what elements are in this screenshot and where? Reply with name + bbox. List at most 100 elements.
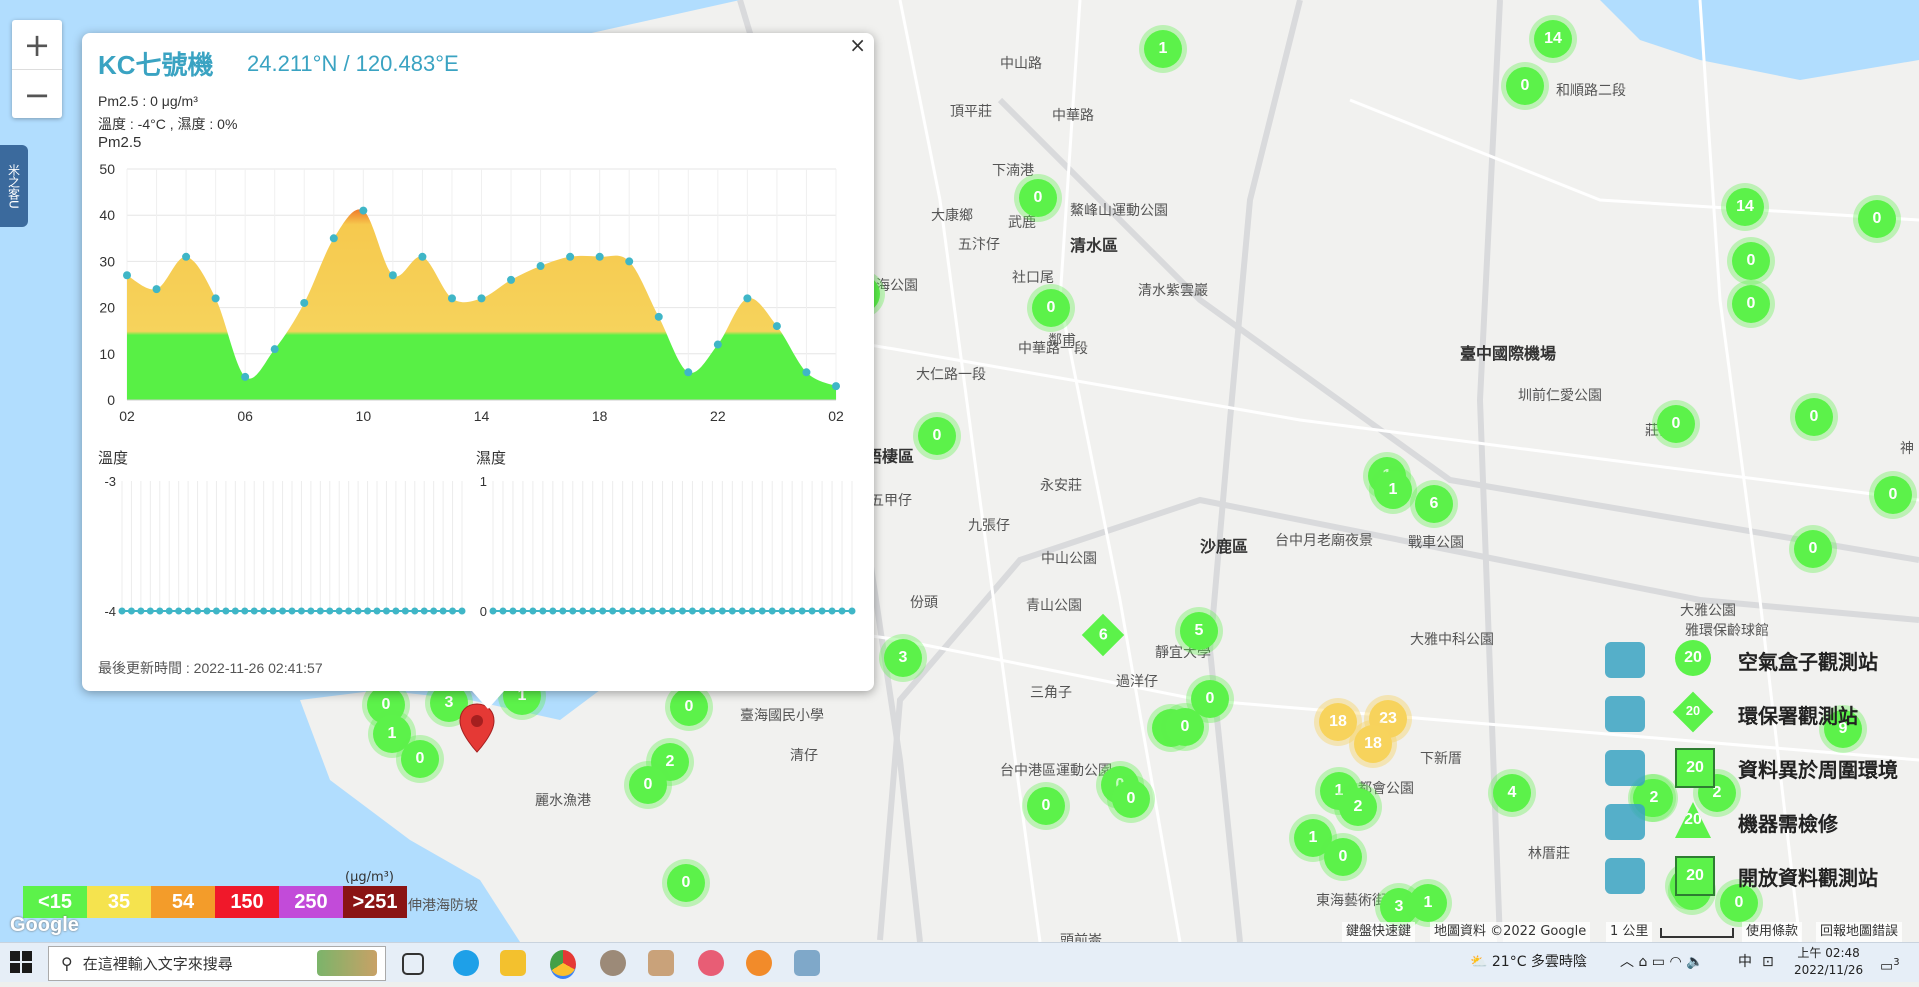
station-marker[interactable]: 0 — [667, 864, 705, 902]
station-marker[interactable]: 2 — [1339, 788, 1377, 826]
map-data-attribution: 地圖資料 ©2022 Google — [1430, 922, 1591, 942]
humidity-data-point — [569, 607, 577, 615]
station-marker[interactable]: 0 — [1858, 200, 1896, 238]
keyboard-layout-icon[interactable]: ⊡ — [1762, 943, 1774, 982]
station-marker[interactable]: 0 — [1732, 285, 1770, 323]
notifications-button[interactable]: ▭3 — [1880, 943, 1900, 987]
station-marker[interactable]: 0 — [1657, 405, 1695, 443]
system-tray-icons[interactable]: ︿ ⌂ ▭ ◠ 🔈 — [1620, 943, 1704, 982]
station-marker[interactable]: 0 — [918, 417, 956, 455]
app-compass-icon[interactable] — [600, 950, 626, 976]
humidity-data-point — [529, 607, 537, 615]
google-logo: Google — [10, 914, 79, 936]
station-marker[interactable]: 0 — [1794, 530, 1832, 568]
side-panel-tab[interactable]: 米之客U — [0, 145, 28, 227]
map-scale-label[interactable]: 1 公里 — [1606, 922, 1653, 942]
humidity-data-point — [838, 607, 846, 615]
station-marker[interactable]: 3 — [884, 639, 922, 677]
pm25-data-point — [388, 271, 397, 280]
temperature-data-point — [165, 607, 173, 615]
station-legend-item: 20 空氣盒子觀測站 — [1605, 636, 1915, 686]
blender-icon[interactable] — [746, 950, 772, 976]
station-marker[interactable]: 6 — [1415, 485, 1453, 523]
zoom-in-button[interactable]: + — [12, 20, 62, 70]
station-marker[interactable]: 0 — [401, 740, 439, 778]
station-marker[interactable]: 0 — [1732, 242, 1770, 280]
aqi-scale-item: 150 — [215, 886, 279, 918]
station-marker[interactable]: 0 — [1324, 838, 1362, 876]
app-bird-icon[interactable] — [648, 950, 674, 976]
chrome-browser-icon[interactable] — [550, 950, 576, 979]
station-marker[interactable]: 0 — [1166, 708, 1204, 746]
station-legend-badge: 20 — [1675, 802, 1711, 838]
snipping-tool-icon[interactable] — [698, 950, 724, 976]
station-marker[interactable]: 1 — [1374, 471, 1412, 509]
station-legend-label: 空氣盒子觀測站 — [1738, 650, 1878, 674]
pm25-data-point — [536, 262, 545, 271]
place-label: 青山公園 — [1026, 598, 1082, 614]
station-marker[interactable]: 4 — [1493, 774, 1531, 812]
taskbar-search-box[interactable]: ⚲ 在這裡輸入文字來搜尋 — [48, 946, 386, 981]
place-label: 頂平莊 — [950, 104, 992, 120]
station-marker[interactable]: 5 — [1180, 612, 1218, 650]
place-label: 中華路一段 — [1018, 341, 1088, 357]
humidity-data-point — [589, 607, 597, 615]
station-marker[interactable]: 0 — [1506, 67, 1544, 105]
weather-widget[interactable]: ⛅ 21°C 多雲時陰 — [1470, 943, 1587, 982]
station-marker[interactable]: 18 — [1354, 725, 1392, 763]
station-marker[interactable]: 0 — [1112, 780, 1150, 818]
place-label: 大雅公園 — [1680, 603, 1736, 619]
clock[interactable]: 上午 02:48 2022/11/26 — [1794, 945, 1863, 979]
place-label: 永安莊 — [1040, 478, 1082, 494]
humidity-data-point — [798, 607, 806, 615]
battery-icon[interactable]: ▭ — [1652, 954, 1665, 970]
place-label: 三角子 — [1030, 685, 1072, 701]
temperature-data-point — [458, 607, 466, 615]
station-marker[interactable]: 0 — [1032, 289, 1070, 327]
notification-count: 3 — [1893, 957, 1900, 968]
temperature-data-point — [184, 607, 192, 615]
station-legend-item: 20 開放資料觀測站 — [1605, 852, 1915, 902]
station-legend-item: 20 機器需檢修 — [1605, 798, 1915, 848]
keyboard-shortcuts-link[interactable]: 鍵盤快速鍵 — [1342, 922, 1416, 942]
location-pin-icon[interactable] — [458, 702, 496, 756]
ime-indicator[interactable]: 中 — [1738, 943, 1752, 982]
station-marker[interactable]: 1 — [1144, 30, 1182, 68]
windows-start-icon[interactable] — [10, 951, 32, 973]
station-marker[interactable]: 0 — [1874, 476, 1912, 514]
cloudy-weather-icon: ⛅ — [1470, 954, 1488, 970]
place-label: 台中港區運動公園 — [1000, 763, 1112, 779]
place-label: 沙鹿區 — [1200, 537, 1249, 556]
zoom-control: + − — [12, 20, 62, 118]
station-marker[interactable]: 0 — [670, 688, 708, 726]
place-label: 過洋仔 — [1116, 674, 1158, 690]
report-map-error-link[interactable]: 回報地圖錯誤 — [1816, 922, 1903, 942]
file-explorer-icon[interactable] — [500, 950, 526, 976]
pm25-xtick-label: 02 — [828, 408, 844, 424]
zoom-out-button[interactable]: − — [12, 70, 62, 119]
station-marker[interactable]: 0 — [1019, 179, 1057, 217]
station-marker[interactable]: 14 — [1726, 188, 1764, 226]
edge-browser-icon[interactable] — [453, 950, 479, 976]
temperature-data-point — [260, 607, 268, 615]
humidity-data-point — [629, 607, 637, 615]
wifi-icon[interactable]: ◠ — [1669, 954, 1681, 970]
app-box-icon[interactable] — [794, 950, 820, 976]
pm25-data-point — [211, 294, 220, 303]
pm25-data-point — [418, 252, 427, 261]
chevron-up-icon[interactable]: ︿ — [1620, 954, 1634, 970]
station-marker[interactable]: 1 — [1409, 884, 1447, 922]
humidity-data-point — [828, 607, 836, 615]
station-marker[interactable]: 0 — [1795, 398, 1833, 436]
volume-icon[interactable]: 🔈 — [1686, 954, 1703, 970]
station-marker[interactable]: 0 — [1027, 787, 1065, 825]
temperature-ytick-label: -4 — [104, 604, 116, 619]
station-marker[interactable]: 18 — [1319, 703, 1357, 741]
humidity-data-point — [708, 607, 716, 615]
station-marker[interactable]: 14 — [1534, 20, 1572, 58]
station-marker[interactable]: 0 — [629, 766, 667, 804]
terms-link[interactable]: 使用條款 — [1742, 922, 1803, 942]
network-icon[interactable]: ⌂ — [1638, 954, 1647, 970]
task-view-icon[interactable] — [402, 953, 424, 975]
place-label: 清水區 — [1070, 236, 1119, 255]
